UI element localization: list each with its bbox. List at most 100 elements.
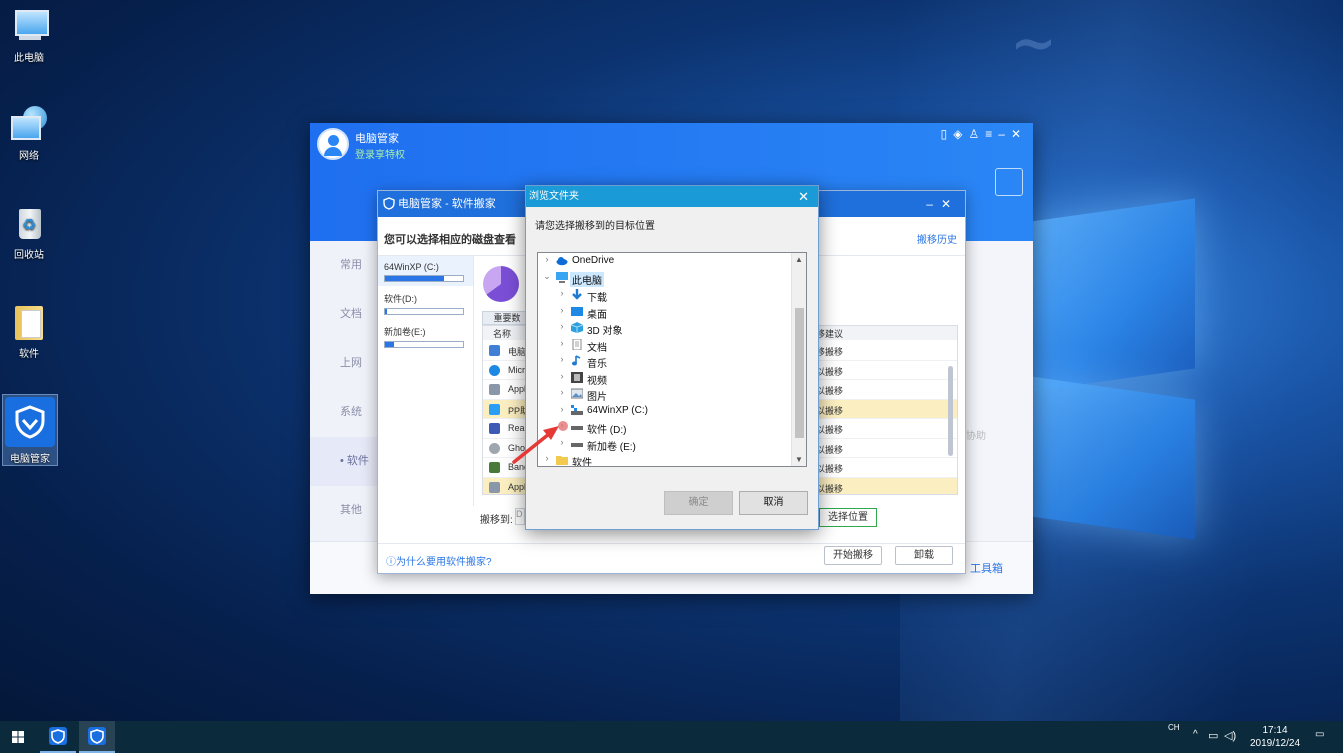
- disk-usage-bar: [384, 341, 464, 348]
- volume-icon[interactable]: ◁): [1224, 729, 1236, 742]
- app-left-nav: 常用 文档 上网 系统 • 软件 其他: [310, 241, 378, 541]
- row-suggestion: 以搬移: [816, 425, 844, 435]
- wallpaper-windows-logo: [1030, 190, 1230, 560]
- login-link[interactable]: 登录享特权: [355, 146, 405, 161]
- recycle-bin-icon: [9, 203, 49, 243]
- app-icon: [489, 364, 500, 376]
- nav-item-other[interactable]: 其他: [310, 486, 378, 535]
- side-panel-button[interactable]: [995, 168, 1023, 196]
- desktop-icon-recycle-bin[interactable]: 回收站: [4, 203, 54, 261]
- system-drive-icon: [571, 404, 583, 415]
- minimize-icon[interactable]: –: [998, 127, 1011, 141]
- nav-item-label: 软件: [346, 455, 369, 467]
- move-history-link[interactable]: 搬移历史: [917, 231, 957, 246]
- browse-titlebar: 浏览文件夹 ✕: [526, 186, 818, 207]
- expand-arrow-icon[interactable]: ›: [557, 338, 567, 348]
- browse-folder-dialog: 浏览文件夹 ✕ 请您选择搬移到的目标位置 › OneDrive ⌄ 此电脑 › …: [525, 185, 819, 530]
- clock-time: 17:14: [1262, 725, 1288, 736]
- disk-label: 软件(D:): [384, 294, 417, 304]
- desktop-icon-network[interactable]: 网络: [4, 104, 54, 162]
- onedrive-cloud-icon: [556, 257, 568, 266]
- row-name: Appl: [508, 384, 527, 394]
- disk-usage-bar: [384, 308, 464, 315]
- nav-item-internet[interactable]: 上网: [310, 339, 378, 388]
- minimize-icon[interactable]: –: [926, 197, 941, 211]
- close-icon[interactable]: ✕: [798, 186, 809, 207]
- tree-scrollbar[interactable]: ▲ ▼: [791, 253, 806, 466]
- pc-manager-shield-icon: [383, 197, 395, 210]
- desktop-icon-pc-manager[interactable]: 电脑管家: [2, 394, 58, 466]
- toolbox-link[interactable]: 工具箱: [970, 560, 1003, 576]
- choose-location-button[interactable]: 选择位置: [819, 508, 877, 527]
- close-icon[interactable]: ✕: [941, 197, 959, 211]
- expand-arrow-icon[interactable]: ›: [557, 305, 567, 315]
- windows-start-icon: [12, 731, 24, 743]
- shield-icon[interactable]: ◈: [953, 127, 968, 141]
- disk-item-e[interactable]: 新加卷(E:): [378, 319, 473, 352]
- tree-node-label: 此电脑: [570, 272, 604, 287]
- disk-item-d[interactable]: 软件(D:): [378, 286, 473, 319]
- taskbar-app-pc-manager-active[interactable]: [79, 721, 115, 753]
- skin-icon[interactable]: ♙: [968, 127, 985, 141]
- scrollbar-thumb[interactable]: [795, 308, 804, 438]
- expand-arrow-icon[interactable]: ›: [557, 371, 567, 381]
- nav-item-software[interactable]: • 软件: [310, 437, 378, 486]
- tree-node-label: OneDrive: [572, 255, 615, 266]
- ok-button[interactable]: 确定: [664, 491, 733, 515]
- disk-item-c[interactable]: 64WinXP (C:): [378, 256, 473, 286]
- nav-item-common[interactable]: 常用: [310, 241, 378, 290]
- row-name: 电脑: [508, 347, 527, 357]
- tree-node-label: 下载: [587, 293, 607, 304]
- row-suggestion: 移搬移: [816, 347, 844, 357]
- collapse-arrow-icon[interactable]: ⌄: [542, 271, 552, 282]
- expand-arrow-icon[interactable]: ›: [557, 321, 567, 331]
- tree-node-label: 软件: [572, 458, 592, 467]
- why-use-link[interactable]: ⓘ为什么要用软件搬家?: [386, 553, 492, 568]
- start-move-button[interactable]: 开始搬移: [824, 546, 882, 565]
- scroll-down-icon[interactable]: ▼: [795, 455, 803, 464]
- desktop-icon-software-folder[interactable]: 软件: [4, 302, 54, 360]
- nav-item-documents[interactable]: 文档: [310, 290, 378, 339]
- expand-arrow-icon[interactable]: ›: [557, 404, 567, 414]
- phone-icon[interactable]: ▯: [941, 127, 954, 141]
- nav-item-system[interactable]: 系统: [310, 388, 378, 437]
- input-language-indicator[interactable]: CH: [1168, 723, 1180, 732]
- scroll-up-icon[interactable]: ▲: [795, 255, 803, 264]
- desktop-icon-this-pc[interactable]: 此电脑: [4, 6, 54, 64]
- this-pc-icon: [9, 6, 49, 46]
- expand-arrow-icon[interactable]: ›: [557, 354, 567, 364]
- taskbar-app-pc-manager[interactable]: [40, 721, 76, 753]
- mover-footer: ⓘ为什么要用软件搬家? 开始搬移 卸载: [378, 543, 965, 573]
- close-icon[interactable]: ✕: [1011, 127, 1027, 141]
- clock[interactable]: 17:14 2019/12/24: [1245, 724, 1305, 750]
- menu-icon[interactable]: ≡: [985, 127, 998, 141]
- mover-hint: 您可以选择相应的磁盘查看: [384, 234, 516, 246]
- expand-arrow-icon[interactable]: ›: [557, 387, 567, 397]
- app-icon: [489, 423, 500, 434]
- row-suggestion: 以搬移: [816, 483, 844, 494]
- show-hidden-icons-icon[interactable]: ^: [1193, 729, 1198, 740]
- network-icon[interactable]: ▭: [1208, 729, 1218, 742]
- tree-node-label: 64WinXP (C:): [587, 404, 648, 416]
- desktop-icon-label: 回收站: [14, 250, 44, 261]
- expand-arrow-icon[interactable]: ›: [542, 254, 552, 264]
- cancel-button[interactable]: 取消: [739, 491, 808, 515]
- row-suggestion: 以搬移: [816, 464, 844, 474]
- row-suggestion: 以搬移: [816, 444, 844, 455]
- move-to-path-field[interactable]: D: [515, 508, 525, 525]
- uninstall-button[interactable]: 卸载: [895, 546, 953, 565]
- app-icon: [489, 462, 500, 473]
- disk-list: 64WinXP (C:) 软件(D:) 新加卷(E:): [378, 256, 474, 506]
- row-name: Appl: [508, 481, 527, 492]
- disk-usage-bar: [384, 275, 464, 282]
- app-title: 电脑管家: [355, 133, 399, 145]
- action-center-icon[interactable]: ▭: [1315, 729, 1324, 740]
- pc-manager-shield-icon: [88, 727, 106, 745]
- table-scrollbar[interactable]: [948, 366, 953, 456]
- row-suggestion: 以搬移: [816, 366, 844, 377]
- user-avatar[interactable]: [317, 128, 349, 160]
- help-circle-icon: ⓘ: [386, 557, 396, 568]
- desktop-icon-label: 电脑管家: [10, 454, 50, 465]
- expand-arrow-icon[interactable]: ›: [557, 288, 567, 298]
- start-button[interactable]: [0, 721, 36, 753]
